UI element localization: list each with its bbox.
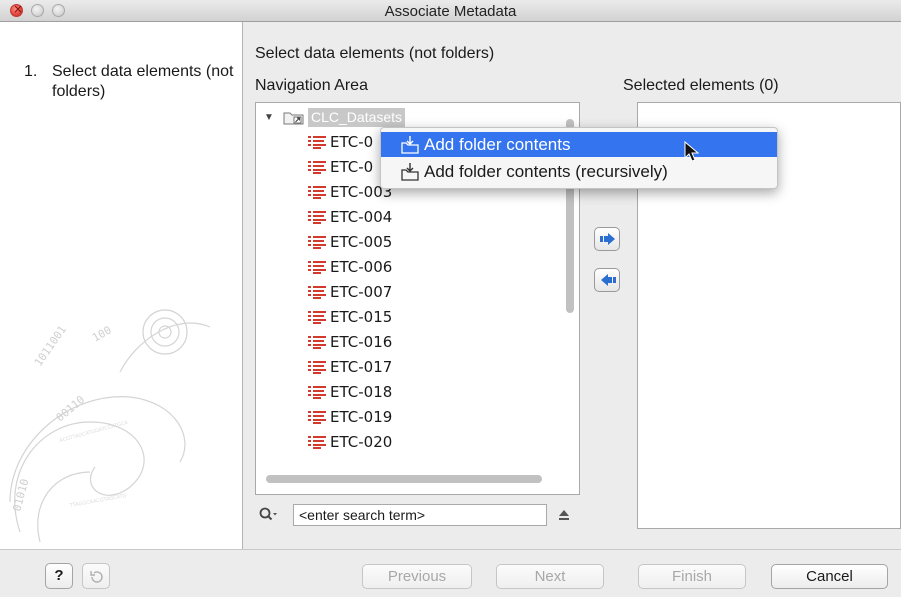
sequence-list-icon [308, 236, 326, 249]
folder-icon [283, 112, 304, 125]
svg-text:100: 100 [90, 323, 114, 344]
tree-item-label: ETC-004 [330, 208, 393, 226]
decorative-swirl-logo: 1011001 00110 01010 100 ACGTTAGCATGGATCC… [9, 309, 211, 543]
main-panel: Select data elements (not folders) Navig… [244, 22, 901, 549]
sequence-list-icon [308, 336, 326, 349]
svg-text:1011001: 1011001 [32, 323, 69, 368]
previous-button[interactable]: Previous [362, 564, 472, 589]
sequence-list-icon [308, 136, 326, 149]
help-button[interactable]: ? [45, 563, 73, 589]
search-icon[interactable] [258, 505, 278, 525]
tree-item-label: ETC-019 [330, 408, 393, 426]
eject-icon[interactable] [556, 506, 572, 524]
tree-item-label: ETC-0 [330, 133, 374, 151]
add-to-selection-button[interactable] [594, 227, 620, 251]
menu-item-add-folder-contents-recursively[interactable]: Add folder contents (recursively) [381, 159, 777, 184]
tree-item-label: ETC-020 [330, 433, 393, 451]
add-folder-icon [401, 136, 419, 154]
svg-text:00110: 00110 [54, 393, 88, 424]
svg-text:ACGTTAGCATGGATCCATGCA: ACGTTAGCATGGATCCATGCA [59, 420, 129, 444]
context-menu: Add folder contents Add folder contents … [380, 127, 778, 189]
sequence-list-icon [308, 261, 326, 274]
search-input[interactable]: <enter search term> [293, 504, 547, 526]
sequence-list-icon [308, 436, 326, 449]
next-button[interactable]: Next [496, 564, 604, 589]
dialog-button-bar: ? Previous Next Finish Cancel [0, 549, 901, 597]
mouse-pointer-icon [684, 141, 700, 162]
sequence-list-icon [308, 186, 326, 199]
add-folder-icon [401, 163, 419, 181]
sequence-list-icon [308, 386, 326, 399]
menu-item-add-folder-contents[interactable]: Add folder contents [381, 132, 777, 157]
wizard-steps-panel: 1. Select data elements (not folders) 10… [0, 22, 243, 549]
sequence-list-icon [308, 361, 326, 374]
tree-folder-label: CLC_Datasets [308, 108, 406, 127]
associate-metadata-dialog: Associate Metadata 1. Select data elemen… [0, 0, 901, 597]
step-label: Select data elements (not folders) [52, 63, 234, 100]
title-bar: Associate Metadata [0, 0, 901, 22]
tree-item-label: ETC-016 [330, 333, 393, 351]
sequence-list-icon [308, 311, 326, 324]
sequence-list-icon [308, 286, 326, 299]
svg-text:TTAGGCAACGTAGCATG: TTAGGCAACGTAGCATG [68, 493, 127, 509]
page-heading: Select data elements (not folders) [255, 45, 495, 62]
selected-elements-label: Selected elements (0) [623, 77, 779, 94]
remove-from-selection-button[interactable] [594, 268, 620, 292]
sequence-list-icon [308, 161, 326, 174]
cancel-button[interactable]: Cancel [771, 564, 888, 589]
tree-item-label: ETC-005 [330, 233, 393, 251]
menu-item-label: Add folder contents (recursively) [424, 162, 668, 181]
navigation-area-label: Navigation Area [255, 77, 368, 94]
reset-icon [90, 571, 103, 583]
tree-item-label: ETC-0 [330, 158, 374, 176]
search-bar: <enter search term> [255, 502, 580, 528]
tree-item-label: ETC-007 [330, 283, 393, 301]
tree-horizontal-scrollbar[interactable] [262, 472, 572, 486]
menu-item-label: Add folder contents [424, 135, 571, 154]
tree-item-label: ETC-015 [330, 308, 393, 326]
arrow-right-icon [600, 233, 615, 245]
disclosure-triangle-icon[interactable]: ▼ [264, 105, 274, 130]
horizontal-scroll-thumb[interactable] [266, 475, 542, 483]
tree-item-label: ETC-006 [330, 258, 393, 276]
sequence-list-icon [308, 411, 326, 424]
svg-text:01010: 01010 [10, 477, 31, 512]
tree-item-label: ETC-017 [330, 358, 393, 376]
arrow-left-icon [601, 274, 616, 286]
reset-button[interactable] [82, 563, 110, 589]
tree-item-label: ETC-018 [330, 383, 393, 401]
sequence-list-icon [308, 211, 326, 224]
window-title: Associate Metadata [384, 3, 517, 20]
finish-button[interactable]: Finish [638, 564, 746, 589]
step-number: 1. [24, 63, 38, 80]
